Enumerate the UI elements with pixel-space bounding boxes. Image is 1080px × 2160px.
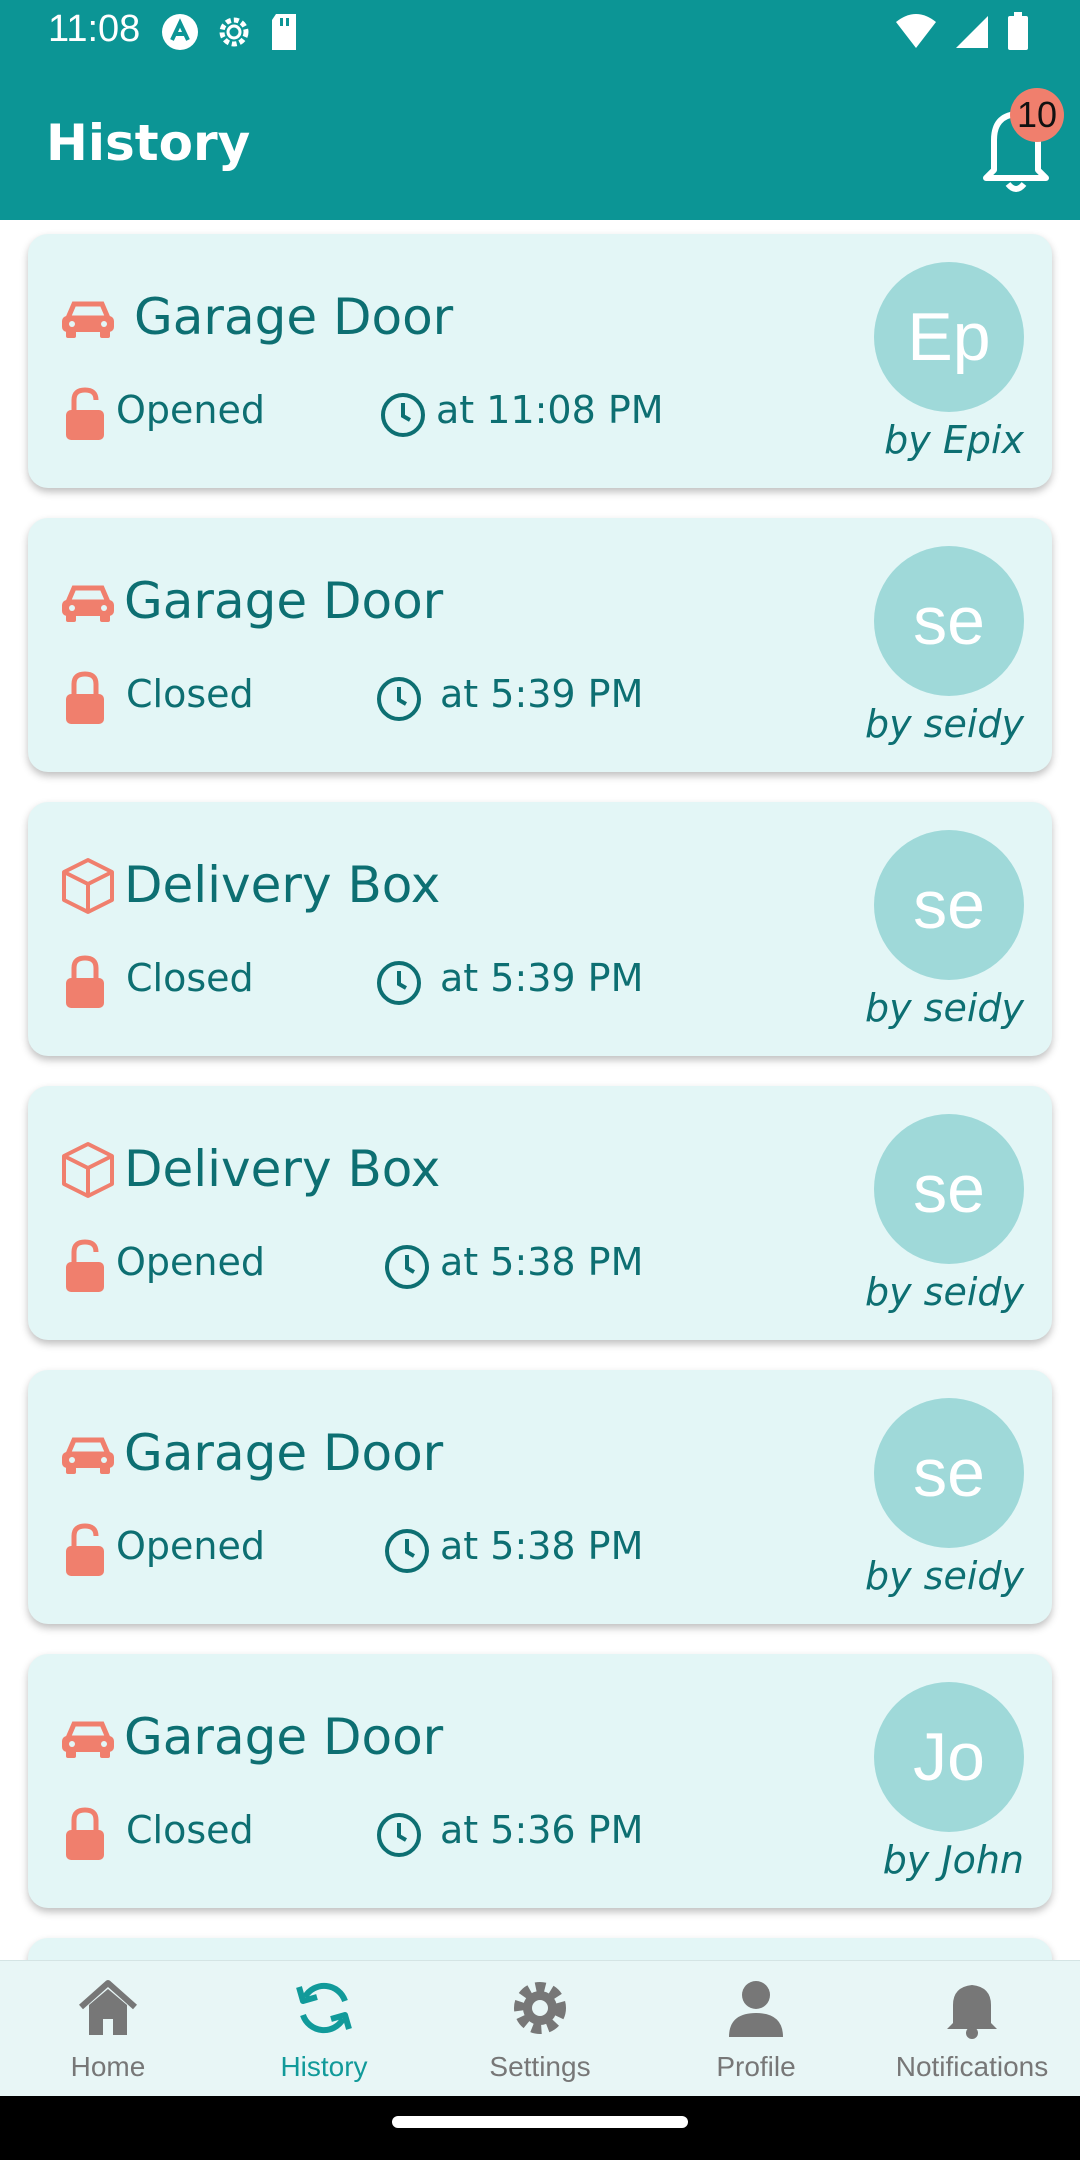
nav-profile-label: Profile — [716, 2051, 796, 2082]
device-name: Delivery Box — [124, 1140, 441, 1198]
nav-notifications[interactable]: Notifications — [864, 1975, 1080, 2095]
lock-closed-icon — [66, 955, 104, 1008]
bell-icon — [947, 1985, 997, 2039]
clock-icon — [385, 1529, 429, 1573]
history-list[interactable]: Garage Door Opened at 11:08 PM Ep by Epi… — [0, 220, 1080, 1960]
avatar: se — [874, 1114, 1024, 1264]
nav-notifications-label: Notifications — [895, 2051, 1049, 2082]
lock-state: Opened — [116, 1524, 265, 1568]
car-icon — [62, 585, 114, 622]
status-time: 11:08 — [48, 8, 141, 50]
settings-gear-icon — [219, 17, 249, 47]
avatar: se — [874, 830, 1024, 980]
box-icon — [62, 858, 114, 914]
car-icon — [62, 301, 114, 338]
nav-profile[interactable]: Profile — [648, 1975, 864, 2095]
actor-name: by John — [882, 1838, 1024, 1882]
event-time: at 5:38 PM — [440, 1524, 644, 1568]
wifi-icon — [896, 14, 936, 48]
lock-open-icon — [66, 1239, 104, 1292]
device-name: Delivery Box — [124, 856, 441, 914]
clock-icon — [377, 677, 421, 721]
nav-settings[interactable]: Settings — [432, 1975, 648, 2095]
bottom-navigation: Home History Settings Profile Notificati… — [0, 1960, 1080, 2097]
lock-state: Opened — [116, 388, 265, 432]
device-name: Garage Door — [124, 572, 444, 630]
home-icon — [79, 1980, 137, 2035]
history-card[interactable]: Garage Door Opened at 11:08 PM Ep by Epi… — [28, 234, 1052, 488]
clock-icon — [381, 393, 425, 437]
lock-open-icon — [66, 387, 104, 440]
car-icon — [62, 1437, 114, 1474]
history-card[interactable]: Delivery Box Opened at 5:38 PM se by sei… — [28, 1086, 1052, 1340]
history-card[interactable] — [28, 1938, 1052, 1960]
actor-name: by seidy — [864, 986, 1024, 1030]
notifications-bell-button[interactable]: 10 — [974, 88, 1064, 198]
avatar: se — [874, 546, 1024, 696]
actor-name: by seidy — [864, 1554, 1024, 1598]
history-card[interactable]: Garage Door Closed at 5:39 PM se by seid… — [28, 518, 1052, 772]
history-card[interactable]: Delivery Box Closed at 5:39 PM se by sei… — [28, 802, 1052, 1056]
page-title: History — [46, 114, 251, 172]
sd-card-icon — [272, 14, 296, 50]
lock-state: Closed — [126, 672, 254, 716]
event-time: at 11:08 PM — [436, 388, 664, 432]
lock-state: Closed — [126, 1808, 254, 1852]
clock-icon — [377, 961, 421, 1005]
car-icon — [62, 1721, 114, 1758]
nav-history[interactable]: History — [216, 1975, 432, 2095]
event-time: at 5:39 PM — [440, 956, 644, 1000]
gear-icon — [514, 1982, 566, 2034]
status-left-icons — [160, 12, 300, 52]
actor-name: by Epix — [884, 418, 1024, 462]
device-name: Garage Door — [124, 1424, 444, 1482]
system-gesture-bar — [0, 2096, 1080, 2160]
lock-state: Closed — [126, 956, 254, 1000]
home-gesture-handle[interactable] — [392, 2116, 688, 2128]
lock-closed-icon — [66, 1807, 104, 1860]
nav-home-label: Home — [70, 2051, 146, 2082]
avatar: se — [874, 1398, 1024, 1548]
actor-name: by seidy — [864, 1270, 1024, 1314]
app-bar: History 10 — [0, 68, 1080, 220]
lock-closed-icon — [66, 671, 104, 724]
nav-history-label: History — [280, 2051, 368, 2082]
nav-settings-label: Settings — [489, 2051, 591, 2082]
status-bar: 11:08 — [0, 0, 1080, 68]
cell-signal-icon — [956, 16, 988, 48]
clock-icon — [377, 1813, 421, 1857]
app-notification-icon — [162, 14, 198, 50]
box-icon — [62, 1142, 114, 1198]
event-time: at 5:39 PM — [440, 672, 644, 716]
notification-count-badge: 10 — [1010, 88, 1064, 142]
battery-icon — [1008, 12, 1028, 50]
history-card[interactable]: Garage Door Closed at 5:36 PM Jo by John — [28, 1654, 1052, 1908]
clock-icon — [385, 1245, 429, 1289]
history-icon — [296, 1982, 352, 2034]
event-time: at 5:36 PM — [440, 1808, 644, 1852]
user-icon — [729, 1981, 783, 2037]
event-time: at 5:38 PM — [440, 1240, 644, 1284]
nav-home[interactable]: Home — [0, 1975, 216, 2095]
lock-state: Opened — [116, 1240, 265, 1284]
device-name: Garage Door — [134, 288, 454, 346]
avatar: Ep — [874, 262, 1024, 412]
lock-open-icon — [66, 1523, 104, 1576]
actor-name: by seidy — [864, 702, 1024, 746]
device-name: Garage Door — [124, 1708, 444, 1766]
status-right-icons — [894, 12, 1030, 52]
avatar: Jo — [874, 1682, 1024, 1832]
history-card[interactable]: Garage Door Opened at 5:38 PM se by seid… — [28, 1370, 1052, 1624]
